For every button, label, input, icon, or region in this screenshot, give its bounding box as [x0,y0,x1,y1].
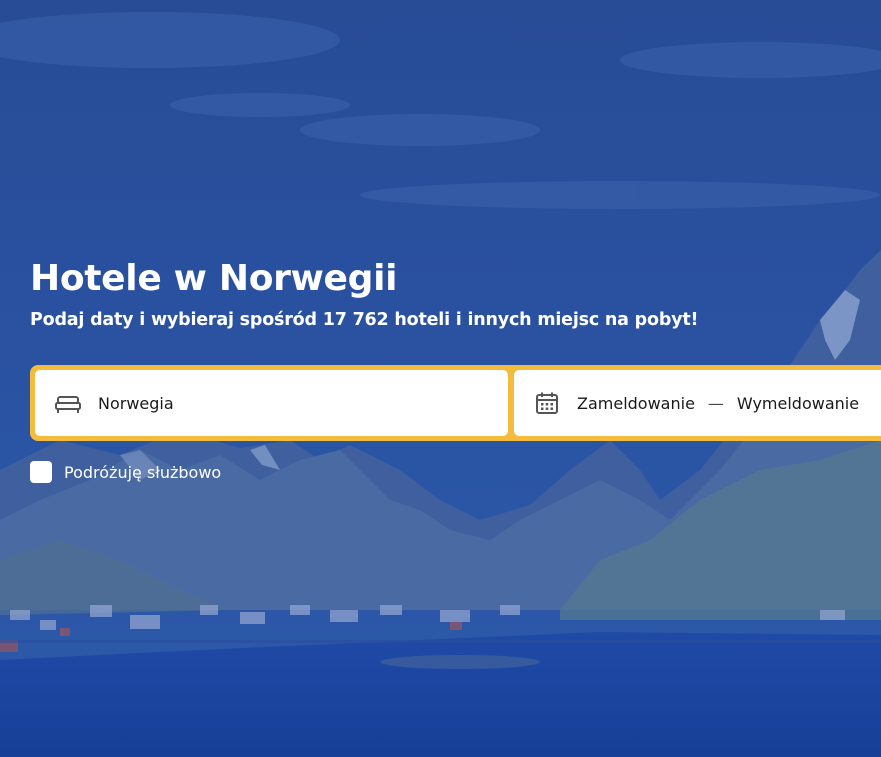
checkin-date: Zameldowanie [577,393,695,413]
business-travel-label: Podróżuję służbowo [64,462,222,482]
bed-icon [55,390,81,416]
calendar-icon [534,390,560,416]
search-bar: Norwegia Zameldowanie — Wymeldowanie [30,365,881,441]
hero-banner: Hotele w Norwegii Podaj daty i wybieraj … [0,0,881,757]
checkout-date: Wymeldowanie [736,393,860,413]
hero-text: Hotele w Norwegii Podaj daty i wybieraj … [30,255,881,333]
business-travel-checkbox[interactable] [30,461,52,483]
destination-value: Norwegia [98,393,174,413]
page-subtitle: Podaj daty i wybieraj spośród 17 762 hot… [30,310,699,330]
page-title: Hotele w Norwegii [30,258,398,299]
business-travel-option[interactable]: Podróżuję służbowo [30,461,221,483]
dates-field[interactable]: Zameldowanie — Wymeldowanie [514,370,881,436]
destination-field[interactable]: Norwegia [35,370,508,436]
date-separator: — [707,393,724,413]
